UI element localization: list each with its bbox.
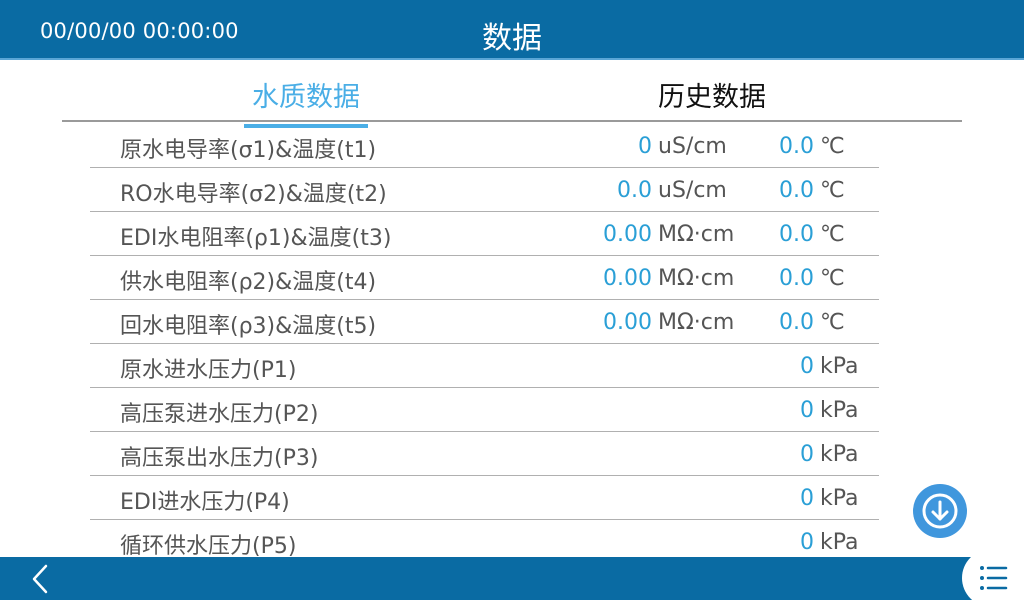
top-bar: 00/00/00 00:00:00 数据 [0, 0, 1024, 60]
row-unit: kPa [820, 486, 859, 511]
row-unit: MΩ·cm [658, 222, 735, 247]
chevron-left-icon [32, 564, 48, 594]
row-unit: kPa [820, 442, 859, 467]
list-item: EDI水电阻率(ρ1)&温度(t3) 0.00 MΩ·cm 0.0 ℃ [90, 212, 879, 256]
row-label: EDI进水压力(P4) [120, 490, 290, 515]
row-value: 0 [800, 486, 814, 511]
list-item: 回水电阻率(ρ3)&温度(t5) 0.00 MΩ·cm 0.0 ℃ [90, 300, 879, 344]
row-temp-value: 0.0 [779, 134, 814, 159]
tab-history-data[interactable]: 历史数据 [658, 75, 766, 114]
row-value: 0.0 [617, 178, 652, 203]
bottom-bar [0, 557, 1024, 600]
row-unit: uS/cm [658, 178, 727, 203]
row-temp-unit: ℃ [820, 310, 845, 335]
row-label: RO水电导率(σ2)&温度(t2) [120, 182, 387, 207]
row-label: 原水进水压力(P1) [120, 358, 297, 383]
list-item: 高压泵进水压力(P2) 0 kPa [90, 388, 879, 432]
row-value: 0 [800, 354, 814, 379]
list-menu-icon [980, 566, 1008, 590]
row-label: 原水电导率(σ1)&温度(t1) [120, 138, 377, 163]
list-item: 原水进水压力(P1) 0 kPa [90, 344, 879, 388]
tab-water-quality-label: 水质数据 [252, 82, 360, 113]
row-value: 0.00 [603, 266, 652, 291]
scroll-down-button[interactable] [913, 484, 967, 538]
row-temp-value: 0.0 [779, 310, 814, 335]
row-label: 循环供水压力(P5) [120, 534, 297, 559]
back-button[interactable] [24, 563, 56, 595]
row-label: 供水电阻率(ρ2)&温度(t4) [120, 270, 377, 295]
row-unit: uS/cm [658, 134, 727, 159]
row-unit: kPa [820, 530, 859, 555]
row-value: 0 [800, 398, 814, 423]
row-temp-unit: ℃ [820, 134, 845, 159]
row-unit: kPa [820, 354, 859, 379]
page-title: 数据 [482, 21, 542, 56]
row-temp-value: 0.0 [779, 178, 814, 203]
row-value: 0 [638, 134, 652, 159]
row-temp-unit: ℃ [820, 178, 845, 203]
row-value: 0.00 [603, 310, 652, 335]
row-value: 0 [800, 530, 814, 555]
row-label: 高压泵出水压力(P3) [120, 446, 319, 471]
row-unit: kPa [820, 398, 859, 423]
tab-bar: 水质数据 历史数据 [62, 60, 962, 128]
arrow-down-icon [922, 493, 958, 529]
row-temp-unit: ℃ [820, 222, 845, 247]
list-item: 供水电阻率(ρ2)&温度(t4) 0.00 MΩ·cm 0.0 ℃ [90, 256, 879, 300]
row-label: 高压泵进水压力(P2) [120, 402, 319, 427]
data-list: 原水电导率(σ1)&温度(t1) 0 uS/cm 0.0 ℃ RO水电导率(σ2… [90, 124, 879, 564]
tab-history-data-label: 历史数据 [658, 82, 766, 113]
row-temp-unit: ℃ [820, 266, 845, 291]
list-item: 高压泵出水压力(P3) 0 kPa [90, 432, 879, 476]
menu-button[interactable] [962, 549, 1024, 607]
row-label: EDI水电阻率(ρ1)&温度(t3) [120, 226, 392, 251]
list-item: EDI进水压力(P4) 0 kPa [90, 476, 879, 520]
row-label: 回水电阻率(ρ3)&温度(t5) [120, 314, 377, 339]
tab-water-quality[interactable]: 水质数据 [244, 75, 368, 128]
row-value: 0 [800, 442, 814, 467]
row-temp-value: 0.0 [779, 222, 814, 247]
row-value: 0.00 [603, 222, 652, 247]
row-temp-value: 0.0 [779, 266, 814, 291]
row-unit: MΩ·cm [658, 266, 735, 291]
row-unit: MΩ·cm [658, 310, 735, 335]
list-item: RO水电导率(σ2)&温度(t2) 0.0 uS/cm 0.0 ℃ [90, 168, 879, 212]
list-item: 原水电导率(σ1)&温度(t1) 0 uS/cm 0.0 ℃ [90, 124, 879, 168]
